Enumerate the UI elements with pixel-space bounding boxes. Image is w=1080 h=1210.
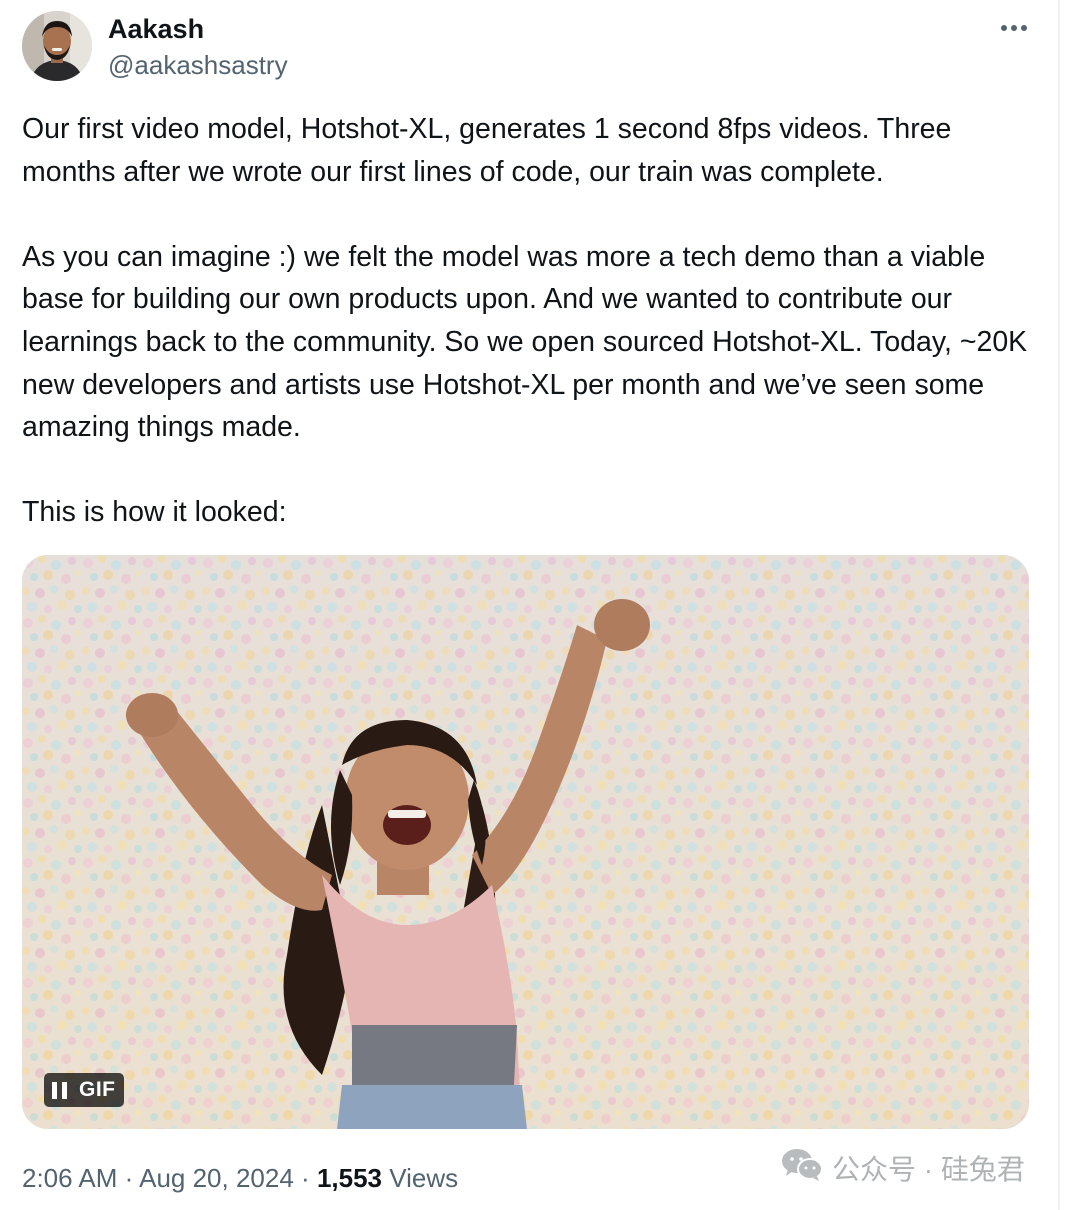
author-handle[interactable]: @aakashsastry	[108, 48, 288, 82]
more-options-button[interactable]	[996, 14, 1032, 42]
author-display-name[interactable]: Aakash	[108, 12, 204, 46]
timeline-border	[1058, 0, 1060, 1210]
views-label: Views	[389, 1163, 459, 1193]
pause-icon	[52, 1081, 67, 1099]
gif-frame	[22, 555, 1029, 1129]
post-text: Our first video model, Hotshot-XL, gener…	[22, 108, 1032, 534]
post-time-link[interactable]: 2:06 AM · Aug 20, 2024	[22, 1163, 294, 1193]
avatar[interactable]	[22, 11, 92, 81]
gif-pause-button[interactable]: GIF	[44, 1073, 124, 1107]
post-meta: 2:06 AM · Aug 20, 2024 · 1,553 Views	[22, 1161, 458, 1195]
wechat-icon	[780, 1147, 824, 1190]
more-horizontal-icon	[1001, 25, 1027, 31]
watermark-text: 公众号 · 硅兔君	[832, 1154, 1025, 1185]
post-date: Aug 20, 2024	[139, 1163, 294, 1193]
meta-separator: ·	[124, 1163, 134, 1193]
post-paragraph: Our first video model, Hotshot-XL, gener…	[22, 113, 952, 188]
meta-separator: ·	[301, 1163, 310, 1193]
gif-media[interactable]	[22, 555, 1029, 1129]
avatar-image	[22, 11, 92, 81]
post-paragraph: This is how it looked:	[22, 496, 287, 529]
post-time: 2:06 AM	[22, 1163, 118, 1193]
watermark: 公众号 · 硅兔君	[780, 1148, 1025, 1188]
gif-badge: GIF	[79, 1078, 116, 1101]
post-paragraph: As you can imagine :) we felt the model …	[22, 240, 1028, 444]
views-count: 1,553	[316, 1163, 383, 1193]
